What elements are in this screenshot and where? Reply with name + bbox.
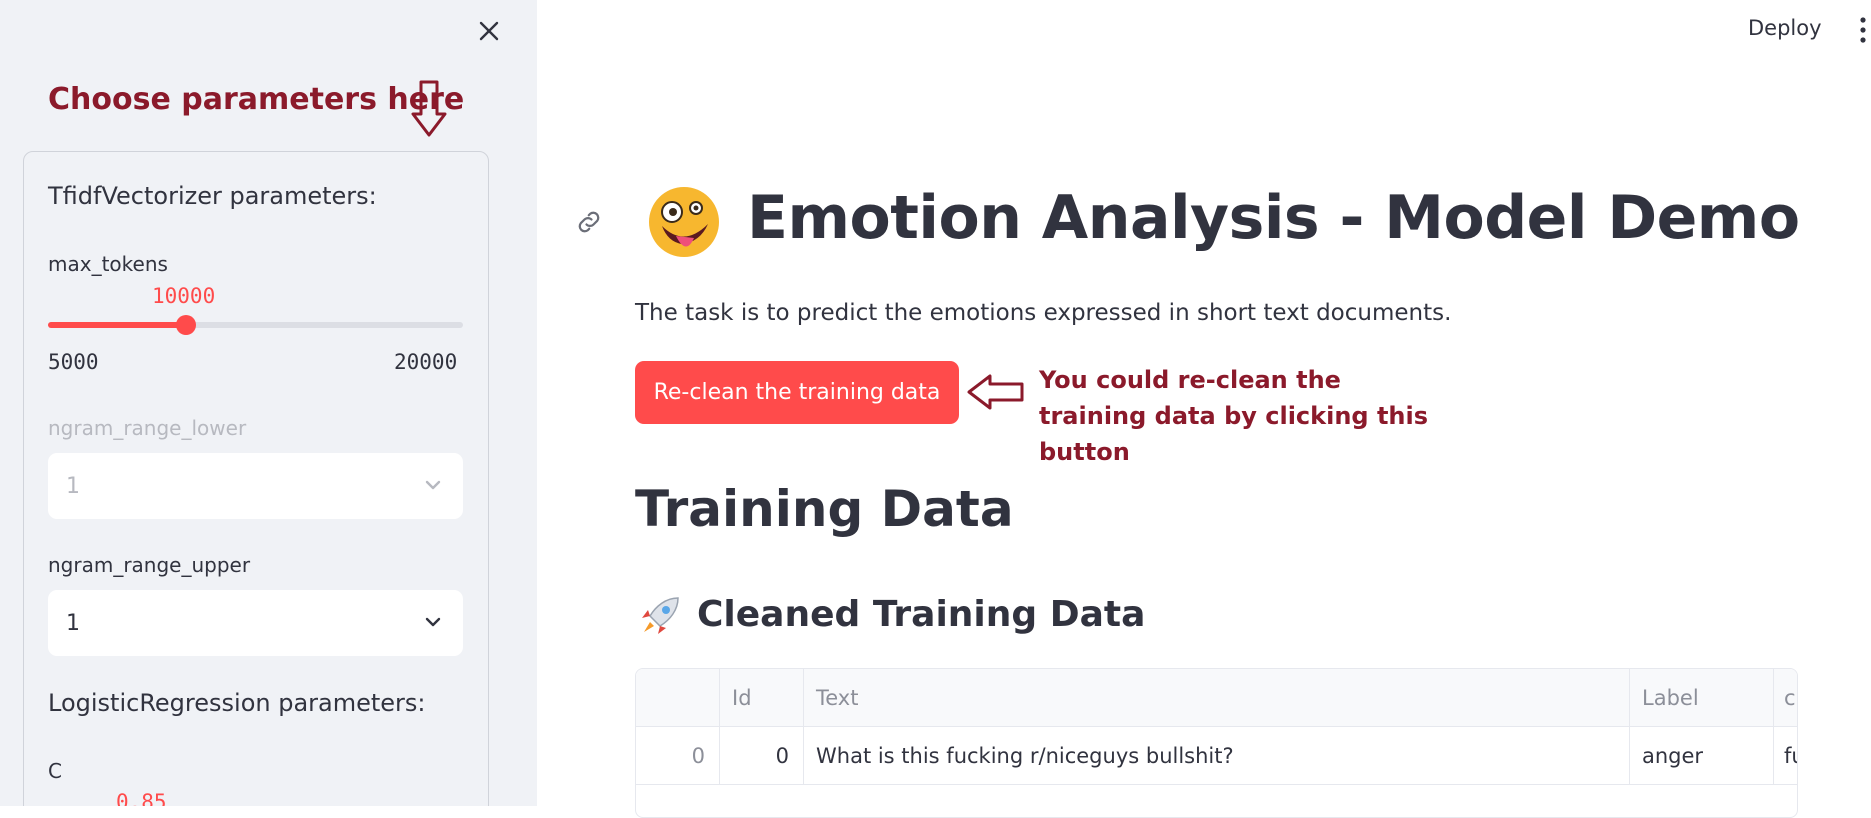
slider-max-label: 20000 <box>394 350 458 374</box>
cell-text[interactable]: What is this fucking r/niceguys bullshit… <box>804 727 1630 785</box>
reclean-button[interactable]: Re-clean the training data <box>635 361 959 424</box>
ngram-lower-select: 1 <box>48 453 463 519</box>
c-param-value: 0.85 <box>116 790 167 806</box>
chevron-down-icon <box>423 475 443 501</box>
down-arrow-icon <box>410 80 448 142</box>
intro-text: The task is to predict the emotions expr… <box>635 300 1452 326</box>
deploy-button[interactable]: Deploy <box>1740 14 1830 42</box>
reclean-annotation: You could re-clean the training data by … <box>1039 366 1429 466</box>
table-row[interactable] <box>636 785 1797 817</box>
table-row[interactable]: 0 0 What is this fucking r/niceguys bull… <box>636 727 1797 785</box>
zany-face-emoji <box>646 184 722 264</box>
rocket-emoji <box>638 594 682 642</box>
ngram-lower-value: 1 <box>66 473 80 499</box>
left-arrow-icon <box>966 373 1024 415</box>
link-icon[interactable] <box>574 207 604 241</box>
training-data-heading: Training Data <box>635 480 1014 538</box>
chevron-down-icon <box>423 612 443 638</box>
c-param-label: C <box>48 759 62 783</box>
ngram-upper-label: ngram_range_upper <box>48 553 251 577</box>
parameters-annotation: Choose parameters here <box>48 82 465 117</box>
logreg-heading: LogisticRegression parameters: <box>48 689 426 717</box>
cell-id[interactable]: 0 <box>720 727 804 785</box>
page-title: Emotion Analysis - Model Demo <box>747 183 1800 253</box>
slider-thumb[interactable] <box>176 315 196 335</box>
header-index <box>636 669 720 727</box>
ngram-upper-value: 1 <box>66 610 80 636</box>
slider-fill <box>48 322 186 328</box>
max-tokens-value: 10000 <box>152 284 216 308</box>
max-tokens-slider[interactable] <box>48 315 463 335</box>
row-index: 0 <box>636 727 720 785</box>
table-header: Id Text Label cl <box>636 669 1797 727</box>
header-text[interactable]: Text <box>804 669 1630 727</box>
ngram-lower-label: ngram_range_lower <box>48 416 247 440</box>
cleaned-data-heading: Cleaned Training Data <box>697 594 1146 635</box>
training-data-table[interactable]: Id Text Label cl 0 0 What is this fuckin… <box>635 668 1798 818</box>
sidebar: Choose parameters here TfidfVectorizer p… <box>0 0 537 806</box>
cell-cl[interactable]: fu <box>1774 727 1797 785</box>
header-label[interactable]: Label <box>1630 669 1774 727</box>
kebab-menu-icon[interactable] <box>1858 16 1868 44</box>
close-icon[interactable] <box>474 16 504 46</box>
tfidf-heading: TfidfVectorizer parameters: <box>48 182 377 210</box>
header-id[interactable]: Id <box>720 669 804 727</box>
max-tokens-label: max_tokens <box>48 252 168 276</box>
cell-label[interactable]: anger <box>1630 727 1774 785</box>
ngram-upper-select[interactable]: 1 <box>48 590 463 656</box>
header-cl[interactable]: cl <box>1774 669 1797 727</box>
slider-min-label: 5000 <box>48 350 99 374</box>
